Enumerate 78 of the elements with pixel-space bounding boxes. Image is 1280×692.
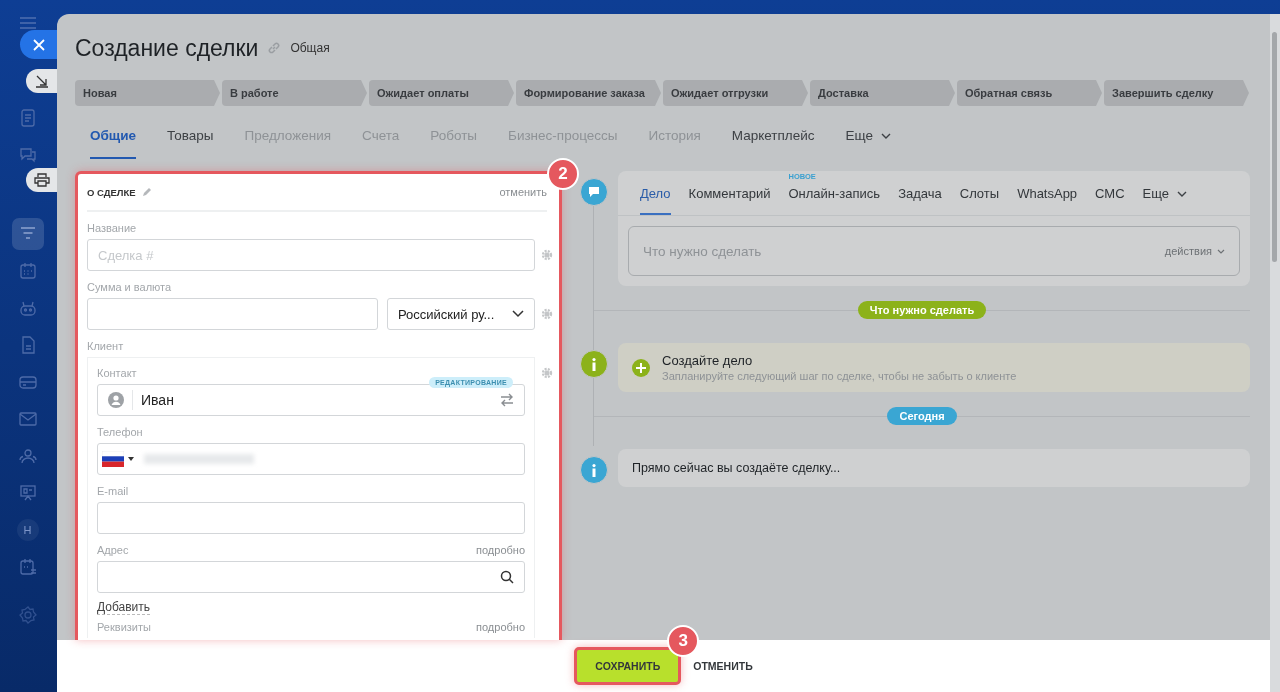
currency-select[interactable]: Российский ру... [387,298,535,330]
tab[interactable]: СМС [1095,186,1125,215]
section-pill: Что нужно сделать [857,301,987,319]
cancel-button[interactable]: ОТМЕНИТЬ [693,656,753,676]
address-field[interactable] [97,561,525,593]
save-button[interactable]: СОХРАНИТЬ [574,647,682,685]
stage-step[interactable]: Доставка [810,80,955,106]
tab[interactable]: Задача [898,186,942,215]
todo-card[interactable]: Создайте дело Запланируйте следующий шаг по сделке, чтобы не забыть о клиенте [618,343,1250,392]
search-icon[interactable] [500,570,514,584]
field-label: Адрес [97,543,129,557]
field-label: Контакт [97,366,138,380]
caret-icon[interactable] [1177,191,1188,197]
field-label: Реквизиты [97,620,151,634]
amount-field[interactable] [87,298,378,330]
details-link[interactable]: подробно [476,620,525,634]
stage-step[interactable]: Формирование заказа [516,80,661,106]
add-link[interactable]: Добавить [97,600,151,615]
print-button[interactable] [26,168,57,192]
stage-step[interactable]: Ожидает оплаты [369,80,514,106]
actions-dropdown[interactable]: действия [1164,245,1225,257]
tab[interactable]: Общие [90,128,137,159]
name-field[interactable]: Сделка # [87,239,535,271]
stage-step[interactable]: В работе [222,80,367,106]
pencil-icon[interactable] [141,187,152,197]
tab[interactable]: Еще [845,128,891,159]
settings-icon[interactable] [541,367,553,379]
field-label: Телефон [97,425,144,439]
field-label: Сумма и валюта [87,280,173,294]
todo-title: Создайте дело [662,353,754,368]
phone-field[interactable] [97,443,525,475]
funnel-icon[interactable] [11,218,44,250]
tab[interactable]: Маркетплейс [731,128,815,159]
field-label: Название [87,221,138,235]
stage-step[interactable]: Новая [75,80,220,106]
page-title: Создание сделки [75,34,259,62]
caret-icon[interactable] [128,457,134,461]
settings-icon[interactable] [541,308,553,320]
tab[interactable]: WhatsApp [1017,186,1078,215]
arrow-icon[interactable] [34,74,49,88]
close-icon[interactable] [32,38,45,51]
link-icon[interactable] [267,41,282,55]
field-label: E-mail [97,484,130,498]
collapse-button[interactable] [26,69,57,93]
tab[interactable]: Слоты [959,186,1000,215]
caret-icon[interactable] [880,133,891,139]
stage-step[interactable]: Завершить сделку [1104,80,1249,106]
tab[interactable]: Еще [1142,186,1188,215]
close-button[interactable] [20,30,57,59]
step-badge: 2 [547,158,579,190]
info-text: Прямо сейчас вы создаёте сделку... [632,461,841,475]
flag-icon[interactable] [102,451,124,467]
section-pill: Сегодня [887,407,957,425]
swap-icon[interactable] [500,393,514,407]
stage-step[interactable]: Обратная связь [957,80,1102,106]
settings-icon[interactable] [541,249,553,261]
menu-icon[interactable] [19,17,36,29]
tab[interactable]: Товары [167,128,214,159]
chat-icon [580,178,608,206]
scrollbar[interactable] [1272,32,1277,262]
task-input[interactable]: Что нужно сделать действия [628,226,1240,276]
tab[interactable]: Дело [640,186,671,215]
chevron-icon[interactable] [512,310,524,318]
email-field[interactable] [97,502,525,534]
todo-hint: Запланируйте следующий шаг по сделке, чтобы не забыть о клиенте [662,370,1017,382]
stage-step[interactable]: Ожидает отгрузки [663,80,808,106]
cancel-link[interactable]: отменить [499,186,547,198]
printer-icon[interactable] [33,173,50,187]
add-icon[interactable] [632,358,650,377]
category-label: Общая [290,41,330,55]
field-label: Клиент [87,339,125,353]
person-icon [108,392,124,408]
tab[interactable]: Комментарий [688,186,771,215]
avatar-button[interactable]: H [11,514,44,546]
tab[interactable]: Онлайн-запись [788,186,881,215]
step-badge: 3 [667,625,700,657]
details-link[interactable]: подробно [476,543,525,557]
section-title: О СДЕЛКЕ [87,186,136,198]
